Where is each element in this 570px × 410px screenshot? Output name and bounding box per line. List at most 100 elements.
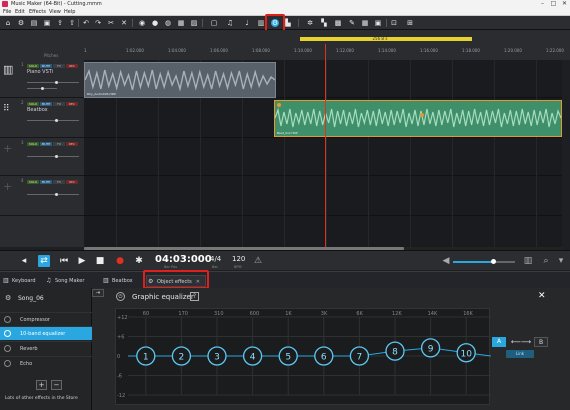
volume-slider[interactable] <box>27 193 79 196</box>
eq-power-icon[interactable]: ⏻ <box>116 292 125 301</box>
fx-button[interactable]: FX <box>53 180 65 184</box>
menu-view[interactable]: View <box>49 9 61 15</box>
eq-band-handle[interactable]: 2 <box>171 346 192 366</box>
layout-icon[interactable]: ▣ <box>374 19 382 27</box>
add-effect-button[interactable]: + <box>36 380 47 390</box>
track-name[interactable]: Beatbox <box>27 107 48 113</box>
clip-volume-handle[interactable] <box>420 113 424 117</box>
eq-band-handle[interactable]: 5 <box>278 346 298 366</box>
mute-button[interactable]: MUTE <box>40 102 52 106</box>
save-icon[interactable]: ▣ <box>43 19 51 27</box>
track-name[interactable]: Piano VSTi <box>27 69 53 75</box>
rec-button[interactable]: REC <box>66 102 78 106</box>
solo-button[interactable]: SOLO <box>27 142 39 146</box>
undo-icon[interactable]: ↶ <box>82 19 90 27</box>
pan-slider[interactable] <box>27 87 57 90</box>
volume-slider[interactable] <box>27 81 79 84</box>
tab-song-maker[interactable]: ♫ Song Maker <box>45 275 95 287</box>
maximize-button[interactable]: □ <box>549 0 558 8</box>
eq-band-handle[interactable]: 6 <box>314 346 334 366</box>
power-icon[interactable] <box>4 330 11 337</box>
export-icon[interactable]: ⇪ <box>56 19 64 27</box>
remove-effect-button[interactable]: − <box>51 380 62 390</box>
fx-item-equalizer[interactable]: 10-band equalizer <box>0 326 92 340</box>
track-header-piano[interactable]: ▥ 1 SOLO MUTE FX REC Piano VSTi <box>0 60 84 98</box>
expand-icon[interactable]: ▾ <box>555 255 567 267</box>
eq-band-handle[interactable]: 8 <box>385 341 405 361</box>
add-instrument-icon[interactable]: + <box>3 180 12 193</box>
mixer-icon[interactable]: ▢ <box>210 19 218 27</box>
share-icon[interactable]: ⇧ <box>68 19 76 27</box>
preset-b-button[interactable]: B <box>534 337 548 347</box>
mute-button[interactable]: MUTE <box>40 64 52 68</box>
redo-icon[interactable]: ↷ <box>94 19 102 27</box>
beatbox-icon[interactable]: ▥ <box>257 19 265 27</box>
screen-mode-icon[interactable]: ⊡ <box>390 19 398 27</box>
record-button[interactable]: ● <box>114 255 126 267</box>
power-icon[interactable] <box>4 360 11 367</box>
grid-icon[interactable]: ▚ <box>320 19 328 27</box>
menu-help[interactable]: Help <box>64 9 75 15</box>
master-volume-slider[interactable] <box>453 259 515 264</box>
snap-icon[interactable]: ✲ <box>306 19 314 27</box>
close-window-button[interactable]: ✕ <box>560 0 569 8</box>
templates-icon[interactable]: ▦ <box>177 19 185 27</box>
store-icon[interactable]: ▨ <box>190 19 198 27</box>
audio-clip-beatbox[interactable]: Beat_0ut.HDP <box>274 100 562 137</box>
tuner-icon[interactable]: ⚠ <box>252 255 264 267</box>
metronome-icon[interactable]: ◂ <box>18 255 30 267</box>
power-icon[interactable] <box>4 345 11 352</box>
playhead[interactable] <box>325 44 326 250</box>
solo-button[interactable]: SOLO <box>27 180 39 184</box>
track-header-4[interactable]: + 4 SOLO MUTE FX REC <box>0 176 84 216</box>
eq-band-handle[interactable]: 3 <box>207 346 227 366</box>
volume-slider[interactable] <box>27 155 79 158</box>
markers-icon[interactable]: ▩ <box>334 19 342 27</box>
audio-effects-icon[interactable]: ▙ <box>284 19 292 27</box>
fx-item-echo[interactable]: Echo <box>0 356 92 370</box>
tempo-value[interactable]: 120 <box>232 255 245 263</box>
scissor-tool-icon[interactable]: ✎ <box>348 19 356 27</box>
fx-button[interactable]: FX <box>53 64 65 68</box>
mute-button[interactable]: MUTE <box>40 142 52 146</box>
preset-a-button[interactable]: A <box>492 337 506 347</box>
eq-canvas[interactable]: +12+60-6-1260 170 310 600 1K 3K 6K 12K 14K 16K1 2 3… <box>116 309 491 406</box>
power-icon[interactable] <box>4 316 11 323</box>
equalizer-graph[interactable]: +12 +6 0 -6 -12 60 170 310 600 1K 3K 6K 12K 14K 16K 1 2 3… <box>115 308 491 406</box>
help-button[interactable]: ? <box>190 292 199 301</box>
audio-clip-piano[interactable]: Rhy_Audio02b.HDP <box>84 62 276 98</box>
swap-arrow-icon[interactable]: ⟵⟶ <box>508 337 534 347</box>
fx-button[interactable]: FX <box>53 142 65 146</box>
solo-button[interactable]: SOLO <box>27 102 39 106</box>
track-header-3[interactable]: + 3 SOLO MUTE FX REC <box>0 138 84 176</box>
menu-edit[interactable]: Edit <box>15 9 25 15</box>
music-note-icon[interactable]: ♫ <box>226 19 234 27</box>
menu-file[interactable]: File <box>3 9 11 15</box>
settings-icon[interactable]: ✱ <box>133 255 145 267</box>
add-instrument-icon[interactable]: + <box>3 142 12 155</box>
play-button[interactable]: ▶ <box>76 255 88 267</box>
arrangement-area[interactable]: Rhy_Audio02b.HDP Beat_0ut.HDP <box>84 60 562 250</box>
solo-button[interactable]: SOLO <box>27 64 39 68</box>
soundpools-icon[interactable]: ◍ <box>164 19 172 27</box>
minimize-button[interactable]: – <box>538 0 547 8</box>
fx-item-reverb[interactable]: Reverb <box>0 341 92 355</box>
link-button[interactable]: Link <box>506 350 534 358</box>
cut-icon[interactable]: ✂ <box>107 19 115 27</box>
loop-button[interactable]: ⇄ <box>38 255 50 267</box>
eq-band-handle[interactable]: 10 <box>456 343 476 363</box>
mute-button[interactable]: MUTE <box>40 180 52 184</box>
eq-band-handle[interactable]: 1 <box>136 346 156 366</box>
rec-button[interactable]: REC <box>66 180 78 184</box>
store-link[interactable]: Lots of other effects in the Store <box>5 396 78 401</box>
speaker-icon[interactable]: ◀ <box>440 255 452 267</box>
open-icon[interactable]: ▤ <box>30 19 38 27</box>
eq-band-handle[interactable]: 9 <box>420 338 441 358</box>
tab-beatbox[interactable]: ▥ Beatbox <box>102 275 140 287</box>
tab-keyboard[interactable]: ▥ Keyboard <box>2 275 42 287</box>
rec-button[interactable]: REC <box>66 64 78 68</box>
close-effect-button[interactable]: ✕ <box>538 291 546 301</box>
home-icon[interactable]: ⌂ <box>4 19 12 27</box>
stop-button[interactable]: ■ <box>94 255 106 267</box>
fx-item-compressor[interactable]: Compressor <box>0 312 92 326</box>
